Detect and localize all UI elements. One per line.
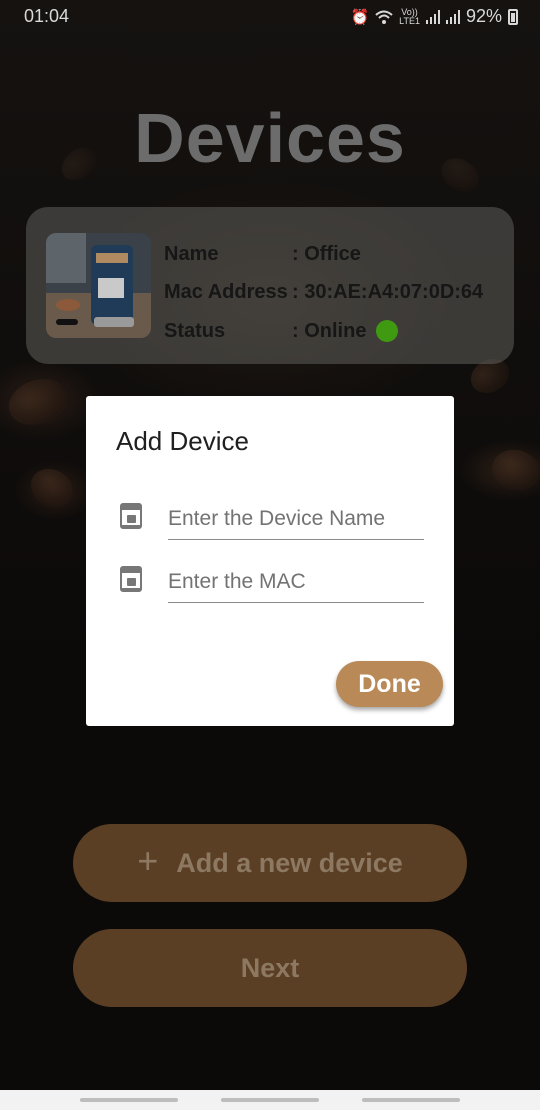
plus-icon: +: [137, 840, 159, 881]
device-name-value: : Office: [292, 242, 361, 265]
device-status-value: : Online: [292, 319, 367, 342]
device-name-field-row: [116, 490, 424, 550]
device-image: [46, 233, 151, 338]
device-mac-value: : 30:AE:A4:07:0D:64: [292, 281, 484, 304]
device-status-row: Status : Online: [164, 312, 483, 351]
battery-percent: 92%: [465, 6, 502, 26]
lte-indicator: Vo)) LTE1: [399, 7, 420, 26]
nav-back-handle[interactable]: [80, 1098, 178, 1102]
device-mac-row: Mac Address : 30:AE:A4:07:0D:64: [164, 274, 483, 313]
system-nav-bar: [0, 1090, 540, 1110]
mac-input[interactable]: [168, 553, 424, 603]
device-card[interactable]: Name : Office Mac Address : 30:AE:A4:07:…: [26, 207, 514, 364]
add-device-label: Add a new device: [176, 847, 403, 878]
coffee-machine-image: [46, 233, 151, 338]
battery-icon: [508, 8, 518, 25]
bean-decoration: [487, 444, 540, 496]
mac-field-row: [116, 553, 424, 613]
online-status-dot: [376, 320, 399, 343]
device-name-label: Name: [164, 242, 219, 265]
signal-icon: [425, 9, 440, 24]
alarm-icon: ⏰: [350, 8, 370, 26]
add-device-dialog: Add Device Done: [86, 396, 454, 726]
wifi-icon: [375, 10, 393, 24]
nav-recents-handle[interactable]: [362, 1098, 460, 1102]
device-info: Name : Office Mac Address : 30:AE:A4:07:…: [164, 235, 483, 351]
dialog-title: Add Device: [116, 426, 249, 456]
device-mac-label: Mac Address: [164, 281, 288, 304]
device-name-input[interactable]: [168, 490, 424, 540]
status-icons: ⏰ Vo)) LTE1 92%: [350, 6, 518, 27]
lte-label-bottom: LTE1: [399, 15, 420, 26]
bean-decoration: [23, 461, 81, 515]
next-button[interactable]: Next: [73, 929, 467, 1007]
next-label: Next: [240, 952, 300, 983]
add-device-button[interactable]: + Add a new device: [73, 824, 467, 902]
device-name-row: Name : Office: [164, 235, 483, 274]
nav-home-handle[interactable]: [221, 1098, 319, 1102]
done-button[interactable]: Done: [336, 661, 443, 707]
coffee-machine-icon: [120, 503, 142, 529]
device-status-label: Status: [164, 319, 226, 342]
app-screen: 01:04 ⏰ Vo)) LTE1 92% Devices Name: Off…: [0, 0, 540, 1110]
status-time: 01:04: [24, 6, 70, 26]
status-bar: 01:04 ⏰ Vo)) LTE1 92%: [0, 0, 540, 34]
coffee-machine-icon: [120, 566, 142, 592]
bean-decoration: [2, 371, 74, 433]
signal-icon-2: [445, 9, 460, 24]
page-title: Devices: [134, 99, 406, 177]
